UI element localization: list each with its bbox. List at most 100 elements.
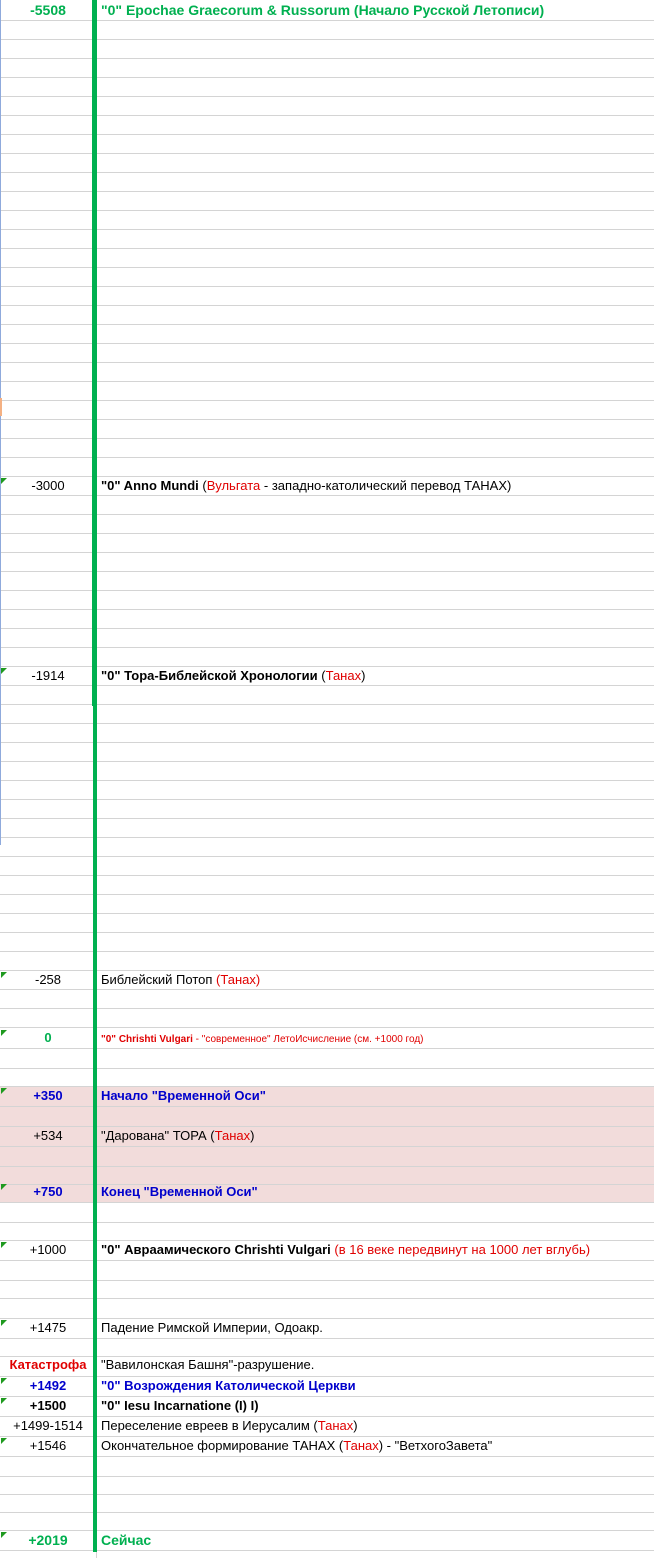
spreadsheet-grid: -5508 "0" Epochae Graecorum & Russorum (Н… (0, 0, 654, 1558)
event-description-cell[interactable]: Начало "Временной Оси" (101, 1087, 266, 1105)
grid-line (0, 1530, 654, 1531)
event-description-cell[interactable]: "0" Возрождения Католической Церкви (101, 1377, 356, 1395)
grid-line (0, 1068, 654, 1069)
grid-line (0, 571, 654, 572)
description-text: Переселение евреев в Иерусалим ( (101, 1418, 318, 1433)
description-text: (в 16 веке передвинут на 1000 лет вглубь… (330, 1242, 591, 1257)
grid-line (0, 191, 654, 192)
grid-line (0, 1550, 654, 1551)
year-cell[interactable]: -5508 (0, 1, 96, 19)
grid-line (0, 495, 654, 496)
grid-line (0, 172, 654, 173)
grid-line (0, 77, 654, 78)
description-text: Библейский Потоп (101, 972, 217, 987)
year-cell[interactable]: +750 (0, 1183, 96, 1201)
grid-line (0, 1222, 654, 1223)
grid-line (0, 1166, 654, 1167)
grid-line (0, 552, 654, 553)
grid-line (0, 248, 654, 249)
timeline-bar (92, 0, 97, 706)
year-cell[interactable]: +1500 (0, 1397, 96, 1415)
grid-line (0, 704, 654, 705)
year-cell[interactable]: +1499-1514 (0, 1417, 96, 1435)
grid-line (0, 856, 654, 857)
year-cell[interactable]: Катастрофа (0, 1356, 96, 1374)
grid-line (0, 39, 654, 40)
grid-line (0, 381, 654, 382)
grid-line (0, 210, 654, 211)
grid-line (0, 761, 654, 762)
grid-line (0, 343, 654, 344)
grid-line (0, 609, 654, 610)
grid-line (0, 457, 654, 458)
grid-line (0, 818, 654, 819)
event-description-cell[interactable]: "0" Anno Mundi (Вульгата - западно-катол… (101, 477, 511, 495)
grid-line (0, 951, 654, 952)
grid-line (0, 875, 654, 876)
year-cell[interactable]: -1914 (0, 667, 96, 685)
description-text: "Дарована" ТОРА ( (101, 1128, 215, 1143)
event-description-cell[interactable]: Падение Римской Империи, Одоакр. (101, 1319, 323, 1337)
year-cell[interactable]: +2019 (0, 1531, 96, 1549)
grid-line (0, 115, 654, 116)
event-description-cell[interactable]: Сейчас (101, 1531, 151, 1550)
description-text: (Танах) (216, 972, 261, 987)
description-text: "0" Авраамического Chrishti Vulgari (101, 1242, 331, 1257)
event-description-cell[interactable]: "Дарована" ТОРА (Танах) (101, 1127, 254, 1145)
description-text: Начало "Временной Оси" (101, 1088, 266, 1103)
description-text: Танах (325, 668, 362, 683)
year-cell[interactable]: +350 (0, 1087, 96, 1105)
description-text: Сейчас (101, 1532, 152, 1548)
year-cell[interactable]: +534 (0, 1127, 96, 1145)
grid-line (0, 913, 654, 914)
year-cell[interactable]: -258 (0, 971, 96, 989)
grid-line (0, 267, 654, 268)
event-description-cell[interactable]: "0" Iesu Incarnatione (I) I) (101, 1397, 259, 1415)
grid-line (0, 1338, 654, 1339)
grid-line (0, 1476, 654, 1477)
event-description-cell[interactable]: Библейский Потоп (Танах) (101, 971, 260, 989)
event-description-cell[interactable]: "Вавилонская Башня"-разрушение. (101, 1356, 314, 1374)
description-text: - "современное" ЛетоИсчисление (см. +100… (192, 1034, 424, 1045)
grid-line (0, 590, 654, 591)
year-cell[interactable]: +1475 (0, 1319, 96, 1337)
year-cell[interactable]: 0 (0, 1029, 96, 1047)
grid-line (0, 58, 654, 59)
grid-line (0, 153, 654, 154)
event-description-cell[interactable]: Окончательное формирование ТАНАХ (Танах)… (101, 1437, 492, 1455)
grid-line (0, 1086, 654, 1087)
event-description-cell[interactable]: Конец "Временной Оси" (101, 1183, 258, 1201)
event-description-cell[interactable]: "0" Epochae Graecorum & Russorum (Начало… (101, 1, 544, 20)
year-cell[interactable]: +1000 (0, 1241, 96, 1259)
description-text: ( (198, 478, 207, 493)
year-cell[interactable]: -3000 (0, 477, 96, 495)
grid-line (0, 932, 654, 933)
year-cell[interactable]: +1546 (0, 1437, 96, 1455)
selection-edge (0, 0, 1, 845)
description-text: Окончательное формирование ТАНАХ ( (101, 1438, 344, 1453)
description-text: "0" Chrishti Vulgari (101, 1034, 193, 1045)
grid-line (0, 20, 654, 21)
grid-line (0, 837, 654, 838)
event-description-cell[interactable]: "0" Тора-Библейской Хронологии (Танах) (101, 667, 365, 685)
description-text: ) (353, 1418, 358, 1433)
grid-line (0, 362, 654, 363)
description-text: ) - "ВетхогоЗавета" (378, 1438, 493, 1453)
year-cell[interactable]: +1492 (0, 1377, 96, 1395)
event-description-cell[interactable]: "0" Chrishti Vulgari - "современное" Лет… (101, 1029, 423, 1049)
grid-line (0, 970, 654, 971)
description-text: ( (317, 668, 326, 683)
grid-line (0, 780, 654, 781)
description-text: ) (250, 1128, 255, 1143)
grid-line (0, 723, 654, 724)
event-description-cell[interactable]: Переселение евреев в Иерусалим (Танах) (101, 1417, 358, 1435)
grid-line (0, 685, 654, 686)
event-description-cell[interactable]: "0" Авраамического Chrishti Vulgari (в 1… (101, 1241, 590, 1259)
grid-line (0, 1280, 654, 1281)
description-text: Танах (343, 1438, 379, 1453)
grid-line (0, 1512, 654, 1513)
grid-line (0, 1396, 654, 1397)
grid-line (0, 514, 654, 515)
grid-line (0, 533, 654, 534)
grid-line (0, 1260, 654, 1261)
